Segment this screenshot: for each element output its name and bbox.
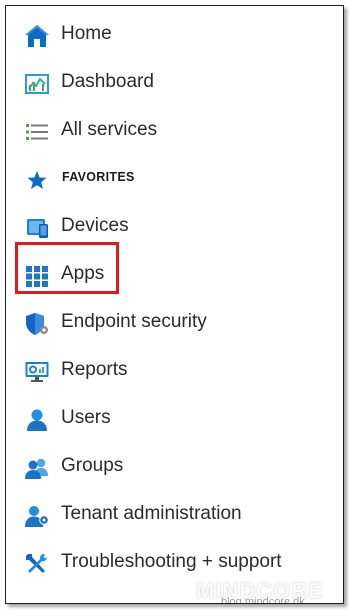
nav-label-home: Home xyxy=(61,23,112,44)
nav-item-tenant-administration[interactable]: Tenant administration xyxy=(6,495,343,535)
nav-label-endpoint-security: Endpoint security xyxy=(61,311,207,332)
devices-icon xyxy=(24,216,50,240)
nav-item-home[interactable]: Home xyxy=(6,15,343,55)
apps-grid-icon xyxy=(24,264,50,288)
nav-label-dashboard: Dashboard xyxy=(61,71,154,92)
nav-label-tenant-administration: Tenant administration xyxy=(61,503,242,524)
nav-item-devices[interactable]: Devices xyxy=(6,207,343,247)
nav-item-reports[interactable]: Reports xyxy=(6,351,343,391)
nav-label-users: Users xyxy=(61,407,111,428)
nav-label-devices: Devices xyxy=(61,215,129,236)
nav-item-all-services[interactable]: All services xyxy=(6,111,343,151)
nav-label-troubleshooting-support: Troubleshooting + support xyxy=(61,551,282,572)
nav-item-groups[interactable]: Groups xyxy=(6,447,343,487)
nav-label-all-services: All services xyxy=(61,119,158,140)
reports-monitor-icon xyxy=(24,360,50,384)
watermark-url: blog.mindcore.dk xyxy=(221,596,305,604)
star-icon xyxy=(24,168,50,192)
nav-label-apps: Apps xyxy=(61,263,105,284)
wrench-screwdriver-icon xyxy=(24,552,50,576)
nav-item-apps[interactable]: Apps xyxy=(6,255,343,295)
favorites-label: FAVORITES xyxy=(62,170,135,184)
list-icon xyxy=(24,120,50,144)
nav-item-endpoint-security[interactable]: Endpoint security xyxy=(6,303,343,343)
nav-label-reports: Reports xyxy=(61,359,128,380)
nav-item-troubleshooting-support[interactable]: Troubleshooting + support xyxy=(6,543,343,583)
group-icon xyxy=(24,456,50,480)
shield-gear-icon xyxy=(24,312,50,336)
nav-item-dashboard[interactable]: Dashboard xyxy=(6,63,343,103)
user-icon xyxy=(24,408,50,432)
navigation-panel: Home Dashboard All services FAVORITES De… xyxy=(5,5,344,604)
favorites-section-header: FAVORITES xyxy=(6,159,343,199)
tenant-admin-icon xyxy=(24,504,50,528)
nav-label-groups: Groups xyxy=(61,455,124,476)
home-icon xyxy=(24,24,50,48)
dashboard-icon xyxy=(24,72,50,96)
nav-item-users[interactable]: Users xyxy=(6,399,343,439)
